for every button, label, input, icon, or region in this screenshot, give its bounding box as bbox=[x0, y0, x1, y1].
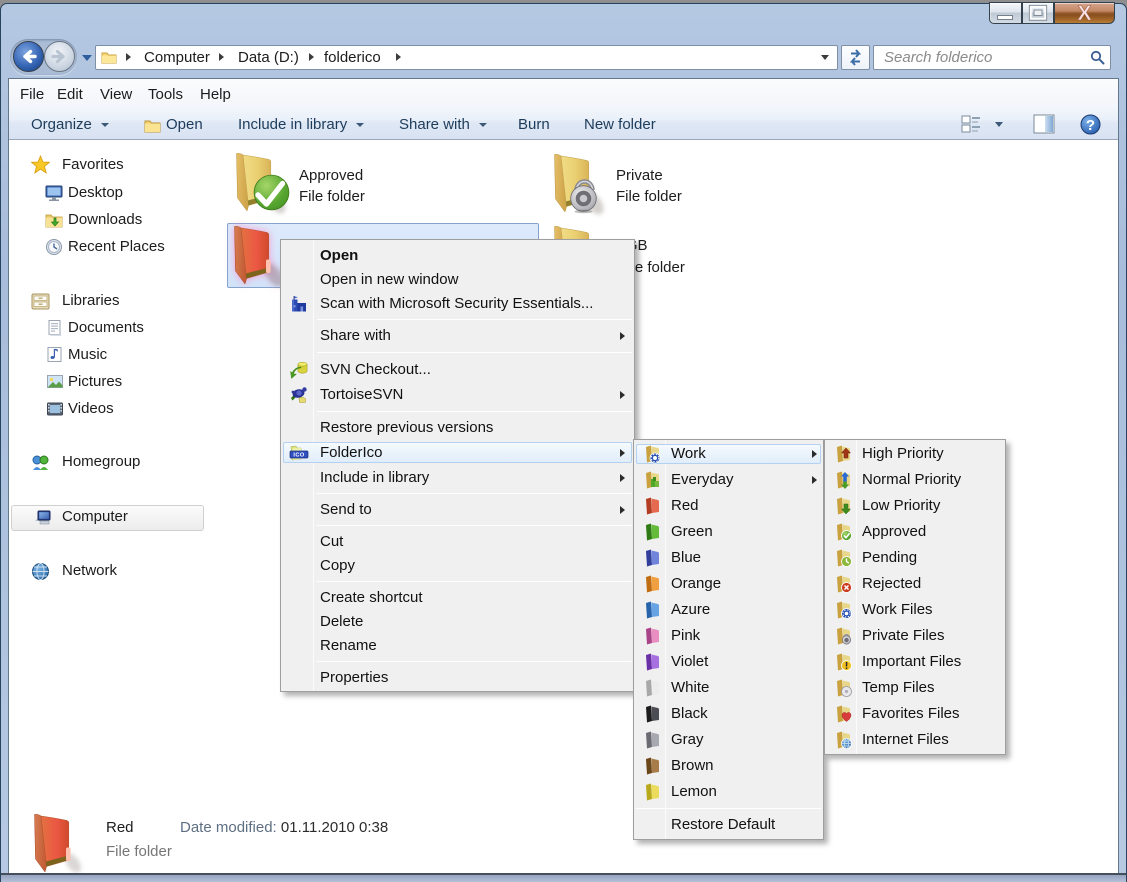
svg-text:ICO: ICO bbox=[293, 452, 304, 458]
svg-text:X: X bbox=[1077, 3, 1091, 23]
svg-text:?: ? bbox=[1086, 117, 1095, 134]
